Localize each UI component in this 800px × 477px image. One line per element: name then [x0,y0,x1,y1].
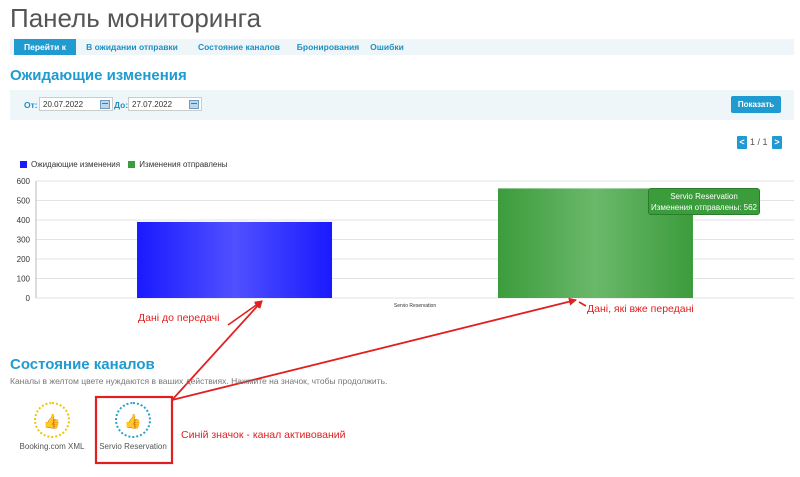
channel-servio-reservation[interactable]: 👍 Servio Reservation [98,400,168,451]
to-date-value: 27.07.2022 [132,100,173,109]
y-axis: 0 100 200 300 400 500 600 [17,177,37,303]
prev-page-button[interactable]: < [737,136,747,149]
from-label: От: [24,100,38,110]
y-tick-label: 200 [17,255,31,264]
thumbs-up-icon: 👍 [124,413,142,429]
chart-bars [137,188,693,298]
next-page-button[interactable]: > [772,136,782,149]
annotation-active-icon: Синій значок - канал активований [181,429,346,441]
thumbs-up-icon: 👍 [43,413,61,429]
tooltip-title: Servio Reservation [670,192,738,201]
y-tick-label: 600 [17,177,31,186]
legend-label: Изменения отправлены [139,160,228,169]
tab-pending-send[interactable]: В ожидании отправки [82,39,182,55]
y-tick-label: 400 [17,216,31,225]
channel-status-icon[interactable]: 👍 [115,402,151,438]
tab-errors[interactable]: Ошибки [364,39,410,55]
pending-changes-title: Ожидающие изменения [10,67,187,84]
channel-label: Servio Reservation [99,442,167,451]
legend-item-pending[interactable]: Ожидающие изменения [20,160,120,169]
date-filter-bar: От: 20.07.2022 До: 27.07.2022 [10,90,794,120]
legend-swatch [20,161,27,168]
chart-tooltip: Servio Reservation Изменения отправлены:… [648,188,760,215]
bar-pending[interactable] [137,221,333,298]
nav-tabs: Перейти к В ожидании отправки Состояние … [10,39,794,55]
channel-status-title: Состояние каналов [10,356,155,373]
from-date-value: 20.07.2022 [43,100,84,109]
legend-swatch [128,161,136,168]
legend-label: Ожидающие изменения [31,160,121,169]
to-date-input[interactable]: 27.07.2022 [128,97,202,111]
from-date-input[interactable]: 20.07.2022 [39,97,113,111]
to-label: До: [114,100,129,110]
y-tick-label: 500 [17,197,31,206]
channel-label: Booking.com XML [19,442,85,451]
tab-channel-status[interactable]: Состояние каналов [190,39,288,55]
channel-status-icon[interactable]: 👍 [34,402,70,438]
y-tick-label: 300 [17,236,31,245]
y-tick-label: 0 [26,294,31,303]
page-indicator: 1 / 1 [750,137,768,147]
show-button[interactable]: Показать [731,96,781,113]
legend-item-sent[interactable]: Изменения отправлены [128,160,228,169]
calendar-icon[interactable] [100,100,110,109]
channel-booking-com[interactable]: 👍 Booking.com XML [17,400,87,451]
x-tick-label: Servio Reservation [394,303,436,309]
annotation-sent: Дані, які вже передані [587,303,694,315]
channel-status-description: Каналы в желтом цвете нуждаются в ваших … [10,376,388,386]
chart-legend: Ожидающие изменения Изменения отправлены [20,160,234,169]
page-title: Панель мониторинга [10,3,262,33]
annotation-pending: Дані до передачі [138,312,220,324]
tab-goto[interactable]: Перейти к [14,39,76,55]
calendar-icon[interactable] [189,100,199,109]
tooltip-text: Изменения отправлены: 562 [651,203,757,212]
tab-reservations[interactable]: Бронирования [292,39,364,55]
y-tick-label: 100 [17,275,31,284]
